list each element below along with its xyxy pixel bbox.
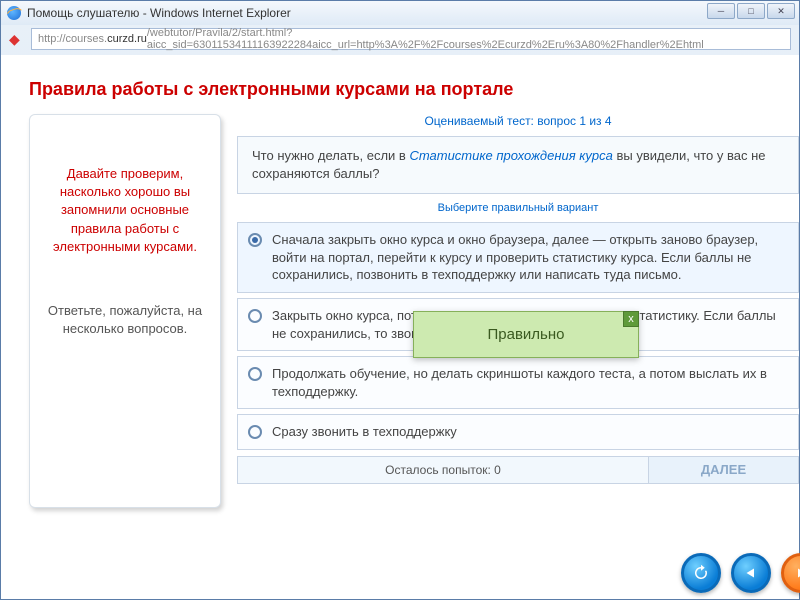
attempts-remaining: Осталось попыток: 0 — [237, 456, 649, 484]
ie-icon — [7, 6, 21, 20]
option-3[interactable]: Продолжать обучение, но делать скриншоты… — [237, 356, 799, 409]
nav-forward-button[interactable] — [781, 553, 800, 593]
close-window-button[interactable]: ✕ — [767, 3, 795, 19]
refresh-icon — [692, 564, 710, 582]
url-scheme: http:// — [38, 33, 66, 45]
question-link[interactable]: Статистике прохождения курса — [409, 148, 612, 163]
nav-refresh-button[interactable] — [681, 553, 721, 593]
url-input[interactable]: http://courses.curzd.ru/webtutor/Pravila… — [31, 28, 791, 50]
page-content: Правила работы с электронными курсами на… — [1, 55, 799, 599]
course-title: Правила работы с электронными курсами на… — [29, 79, 799, 100]
question-text-pre: Что нужно делать, если в — [252, 148, 409, 163]
intro-panel: Давайте проверим, насколько хорошо вы за… — [29, 114, 221, 508]
window-titlebar: Помощь слушателю - Windows Internet Expl… — [1, 1, 799, 25]
feedback-popup: x Правильно — [413, 311, 639, 358]
question-box: Что нужно делать, если в Статистике прох… — [237, 136, 799, 194]
radio-icon — [248, 367, 262, 381]
favicon-icon: ◆ — [9, 31, 25, 47]
radio-icon — [248, 309, 262, 323]
radio-icon — [248, 233, 262, 247]
quiz-footer: Осталось попыток: 0 ДАЛЕЕ — [237, 456, 799, 484]
window-title: Помощь слушателю - Windows Internet Expl… — [27, 6, 291, 20]
window-controls: ─ □ ✕ — [707, 3, 795, 19]
option-1-text: Сначала закрыть окно курса и окно браузе… — [272, 231, 788, 284]
option-3-text: Продолжать обучение, но делать скриншоты… — [272, 365, 788, 400]
minimize-button[interactable]: ─ — [707, 3, 735, 19]
url-host: curzd.ru — [107, 33, 147, 45]
maximize-button[interactable]: □ — [737, 3, 765, 19]
url-prefix: courses. — [66, 33, 108, 45]
option-1[interactable]: Сначала закрыть окно курса и окно браузе… — [237, 222, 799, 293]
option-4-text: Сразу звонить в техподдержку — [272, 423, 788, 441]
feedback-text: Правильно — [414, 312, 638, 357]
intro-red-text: Давайте проверим, насколько хорошо вы за… — [42, 165, 208, 256]
intro-gray-text: Ответьте, пожалуйста, на несколько вопро… — [42, 302, 208, 338]
course-nav-buttons — [681, 553, 793, 593]
popup-close-button[interactable]: x — [623, 311, 639, 327]
browser-window: Помощь слушателю - Windows Internet Expl… — [0, 0, 800, 600]
quiz-progress: Оцениваемый тест: вопрос 1 из 4 — [237, 114, 799, 128]
play-back-icon — [742, 564, 760, 582]
next-button[interactable]: ДАЛЕЕ — [649, 456, 799, 484]
url-path: /webtutor/Pravila/2/start.html?aicc_sid=… — [147, 27, 784, 51]
radio-icon — [248, 425, 262, 439]
answer-instruction: Выберите правильный вариант — [237, 202, 799, 214]
nav-back-button[interactable] — [731, 553, 771, 593]
option-4[interactable]: Сразу звонить в техподдержку — [237, 414, 799, 450]
play-forward-icon — [792, 564, 800, 582]
address-bar: ◆ http://courses.curzd.ru/webtutor/Pravi… — [1, 25, 799, 53]
